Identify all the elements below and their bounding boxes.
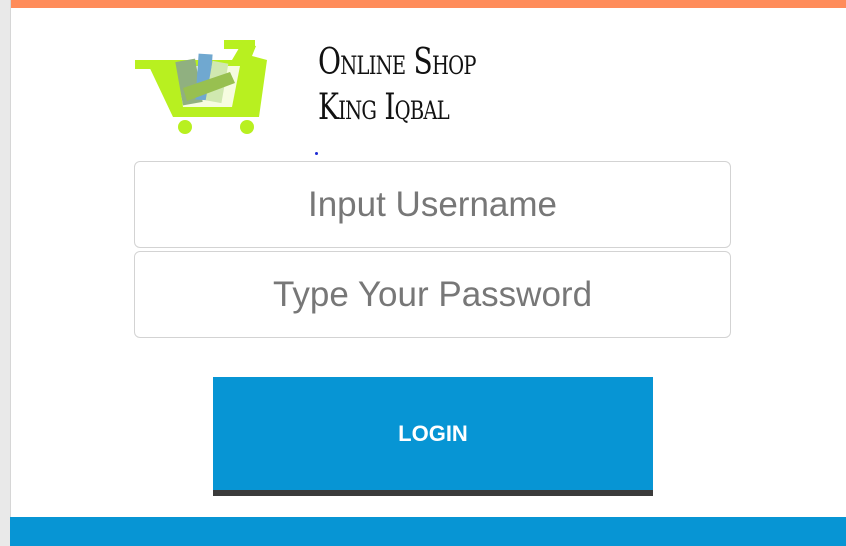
bottom-accent-bar: [10, 517, 846, 546]
username-input[interactable]: [134, 161, 731, 248]
login-page: Online Shop King Iqbal LOGIN: [0, 0, 846, 546]
brand-line-1: Online Shop: [318, 42, 477, 83]
brand-line-2: King Iqbal: [318, 87, 450, 128]
password-input[interactable]: [134, 251, 731, 338]
left-page-border: [0, 0, 11, 546]
login-button[interactable]: LOGIN: [213, 377, 653, 496]
brand-title: Online Shop King Iqbal: [318, 40, 477, 130]
shopping-cart-icon: [135, 40, 267, 134]
top-accent-border: [10, 0, 846, 8]
decorative-dot: [315, 152, 318, 155]
